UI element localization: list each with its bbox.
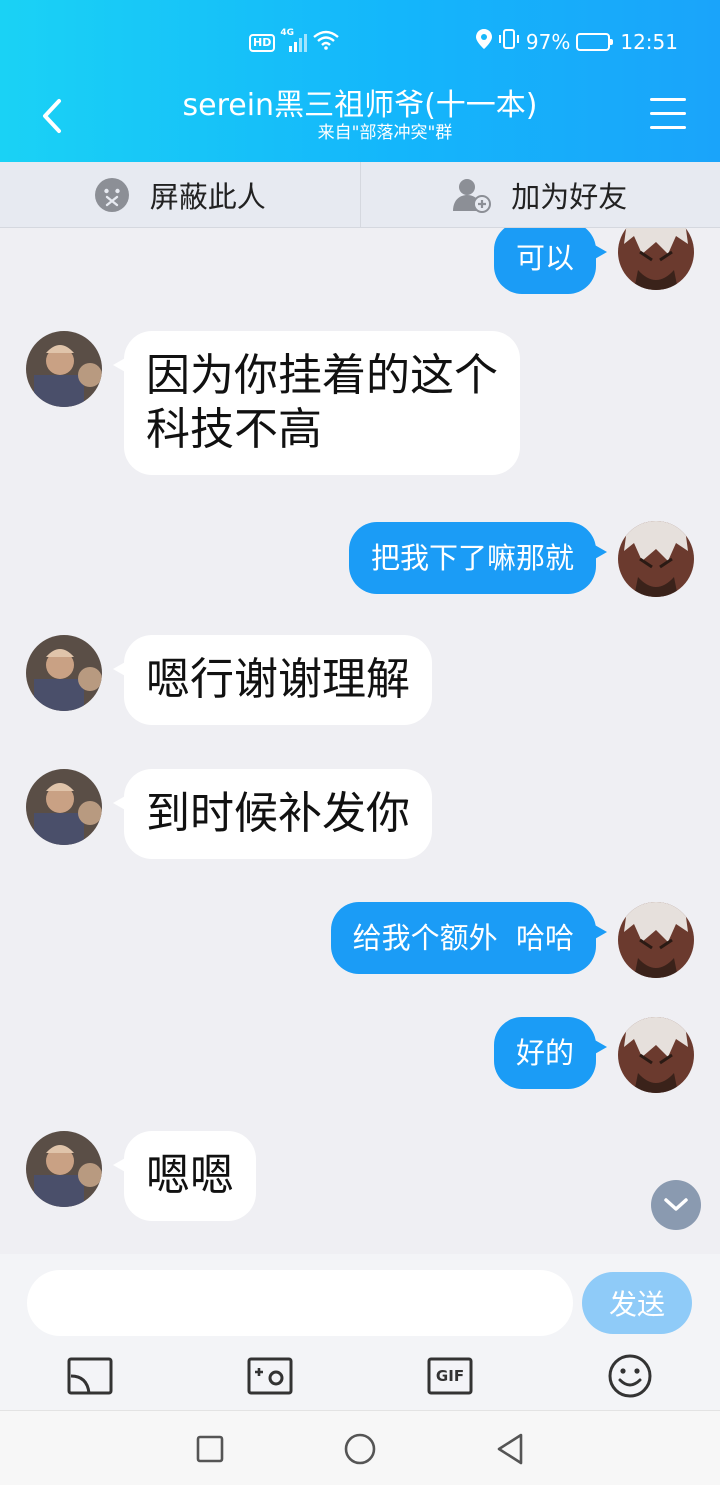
block-user-button[interactable]: 屏蔽此人 (0, 162, 360, 227)
contact-avatar[interactable] (26, 635, 102, 711)
chevron-left-icon (43, 99, 61, 133)
page-title: serein黑三祖师爷(十一本) (182, 88, 538, 123)
scroll-to-bottom-button[interactable] (651, 1180, 701, 1230)
emoji-icon (608, 1354, 652, 1398)
chat-header: HD 4G 97% 12:51 serein黑三祖师爷(十一本) 来自"部落冲突 (0, 0, 720, 162)
my-avatar[interactable] (618, 902, 694, 978)
message-bubble-incoming[interactable]: 嗯嗯 (113, 1131, 256, 1221)
battery-percent: 97% (525, 29, 571, 54)
vibrate-icon (498, 29, 520, 54)
input-bar: 发送 GIF (0, 1254, 720, 1410)
contact-avatar[interactable] (26, 331, 102, 407)
menu-button[interactable] (650, 98, 686, 130)
hamburger-line (650, 112, 686, 115)
block-icon (94, 177, 129, 212)
message-bubble-outgoing[interactable]: 可以 (493, 228, 608, 294)
contact-avatar[interactable] (26, 769, 102, 845)
photo-button[interactable] (246, 1352, 294, 1400)
square-icon (196, 1435, 224, 1463)
message-list[interactable]: 可以 因为你挂着的这个 科技不高 把我下了嘛那就 嗯行谢谢理解 到时候补发你 给… (0, 228, 720, 1254)
wifi-icon (313, 30, 340, 55)
system-navigation-bar (0, 1410, 720, 1485)
block-user-label: 屏蔽此人 (149, 179, 266, 214)
status-bar: HD 4G 97% 12:51 (0, 26, 720, 60)
battery-icon (576, 32, 614, 51)
message-bubble-outgoing[interactable]: 把我下了嘛那就 (348, 522, 608, 594)
recent-apps-button[interactable] (192, 1431, 228, 1467)
add-user-icon (453, 178, 492, 213)
hamburger-line (650, 126, 686, 129)
action-bar: 屏蔽此人 加为好友 (0, 162, 720, 228)
triangle-back-icon (497, 1433, 523, 1465)
message-bubble-outgoing[interactable]: 好的 (493, 1017, 608, 1089)
contact-avatar[interactable] (26, 1131, 102, 1207)
message-bubble-incoming[interactable]: 因为你挂着的这个 科技不高 (113, 331, 520, 475)
status-bar-left: HD 4G (249, 28, 340, 55)
chevron-down-icon (664, 1198, 688, 1211)
screen-share-button[interactable] (66, 1352, 114, 1400)
add-friend-button[interactable]: 加为好友 (359, 162, 720, 227)
gif-label: GIF (435, 1367, 465, 1385)
network-type-label: 4G (280, 27, 294, 38)
page-subtitle: 来自"部落冲突"群 (317, 123, 453, 143)
message-input[interactable] (27, 1270, 573, 1336)
screen-share-icon (67, 1357, 113, 1395)
my-avatar[interactable] (618, 228, 694, 290)
my-avatar[interactable] (618, 521, 694, 597)
hd-badge: HD (249, 33, 276, 52)
circle-icon (344, 1433, 376, 1465)
status-bar-right: 97% 12:51 (475, 29, 678, 54)
add-friend-label: 加为好友 (511, 179, 628, 214)
location-icon (475, 29, 492, 54)
my-avatar[interactable] (618, 1017, 694, 1093)
title-area: serein黑三祖师爷(十一本) 来自"部落冲突"群 (120, 88, 600, 144)
signal-icon: 4G (280, 28, 308, 52)
send-button[interactable]: 发送 (582, 1272, 692, 1334)
clock: 12:51 (620, 29, 678, 54)
hamburger-icon (650, 98, 686, 101)
back-button[interactable] (36, 96, 68, 136)
gif-button[interactable]: GIF (426, 1352, 474, 1400)
emoji-button[interactable] (606, 1352, 654, 1400)
message-bubble-incoming[interactable]: 嗯行谢谢理解 (113, 635, 432, 725)
message-bubble-incoming[interactable]: 到时候补发你 (113, 769, 432, 859)
home-button[interactable] (342, 1431, 378, 1467)
message-bubble-outgoing[interactable]: 给我个额外 哈哈 (330, 902, 608, 974)
camera-icon (247, 1357, 293, 1395)
back-nav-button[interactable] (492, 1431, 528, 1467)
